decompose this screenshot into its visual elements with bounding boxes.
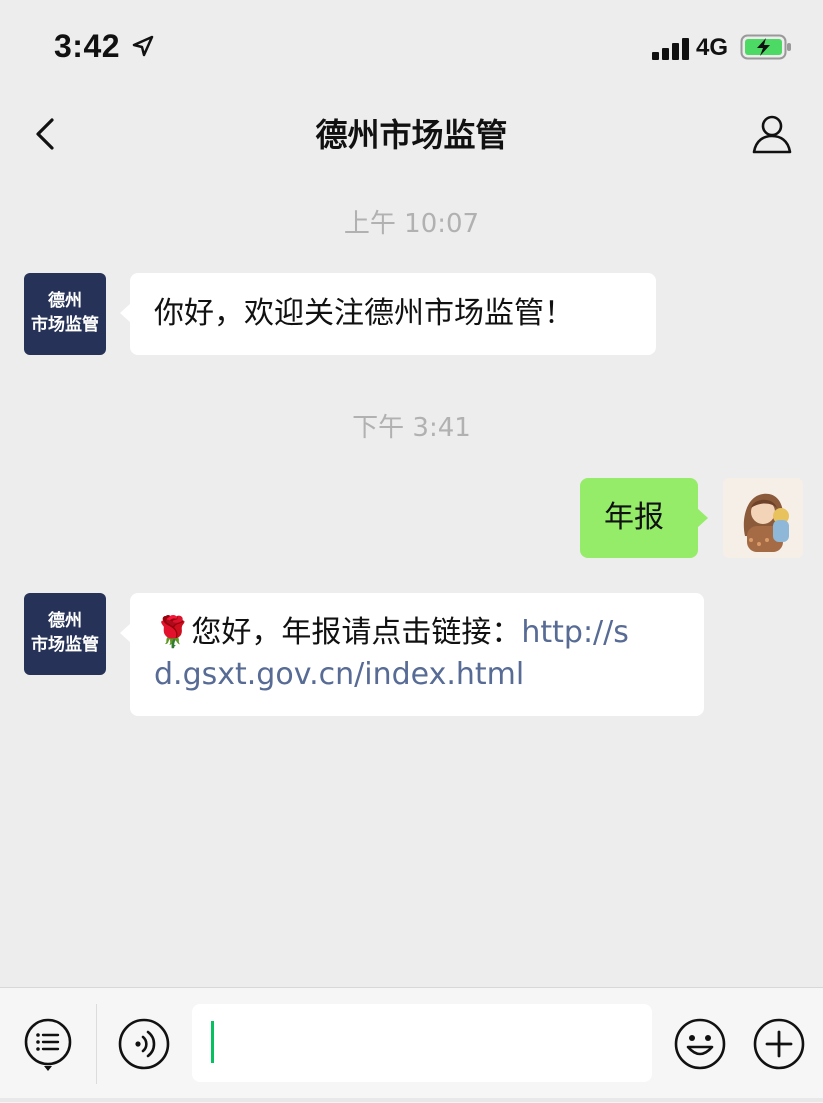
plus-icon bbox=[753, 1018, 805, 1070]
signal-icon bbox=[652, 36, 690, 60]
person-icon bbox=[752, 115, 792, 154]
list-menu-icon bbox=[24, 1018, 72, 1071]
account-avatar[interactable]: 德州 市场监管 bbox=[24, 273, 106, 355]
message-bubble-incoming[interactable]: 🌹您好，年报请点击链接：http://s d.gsxt.gov.cn/index.… bbox=[120, 593, 704, 716]
avatar-text-line1: 德州 bbox=[48, 611, 82, 631]
network-type: 4G bbox=[696, 34, 729, 61]
menu-button[interactable] bbox=[22, 1016, 74, 1076]
status-time: 3:42 bbox=[54, 28, 121, 64]
voice-icon bbox=[118, 1018, 170, 1070]
home-indicator-strip bbox=[0, 1098, 823, 1102]
page-title: 德州市场监管 bbox=[315, 116, 508, 154]
message-text: 你好，欢迎关注德州市场监管！ bbox=[154, 296, 574, 331]
profile-button[interactable] bbox=[744, 106, 800, 158]
divider bbox=[96, 1004, 97, 1084]
message-link[interactable]: http://s bbox=[521, 615, 629, 650]
input-bar bbox=[0, 987, 823, 1103]
message-text: 年报 bbox=[604, 500, 664, 535]
message-bubble-incoming[interactable]: 你好，欢迎关注德州市场监管！ bbox=[120, 273, 656, 355]
nav-bar: 德州市场监管 bbox=[0, 96, 823, 168]
smiley-icon bbox=[674, 1018, 726, 1070]
rose-emoji: 🌹 bbox=[154, 615, 192, 650]
message-timestamp: 上午 10:07 bbox=[343, 209, 480, 239]
message-timestamp: 下午 3:41 bbox=[352, 413, 471, 443]
message-text: 您好，年报请点击链接： bbox=[191, 615, 522, 650]
user-avatar[interactable] bbox=[723, 478, 803, 558]
avatar-text-line2: 市场监管 bbox=[31, 635, 99, 655]
battery-charging-icon bbox=[740, 34, 794, 64]
message-bubble-outgoing[interactable]: 年报 bbox=[580, 478, 708, 558]
account-avatar[interactable]: 德州 市场监管 bbox=[24, 593, 106, 675]
status-bar: 3:42 4G bbox=[0, 0, 823, 96]
message-link-continued[interactable]: d.gsxt.gov.cn/index.html bbox=[154, 657, 524, 692]
emoji-button[interactable] bbox=[673, 1017, 727, 1075]
text-caret bbox=[211, 1021, 214, 1063]
more-button[interactable] bbox=[752, 1017, 806, 1075]
avatar-text-line1: 德州 bbox=[48, 291, 82, 311]
location-arrow-icon bbox=[132, 35, 154, 61]
message-input[interactable] bbox=[192, 1004, 652, 1082]
user-avatar-illustration bbox=[723, 478, 803, 558]
avatar-text-line2: 市场监管 bbox=[31, 315, 99, 335]
voice-button[interactable] bbox=[118, 1018, 170, 1074]
